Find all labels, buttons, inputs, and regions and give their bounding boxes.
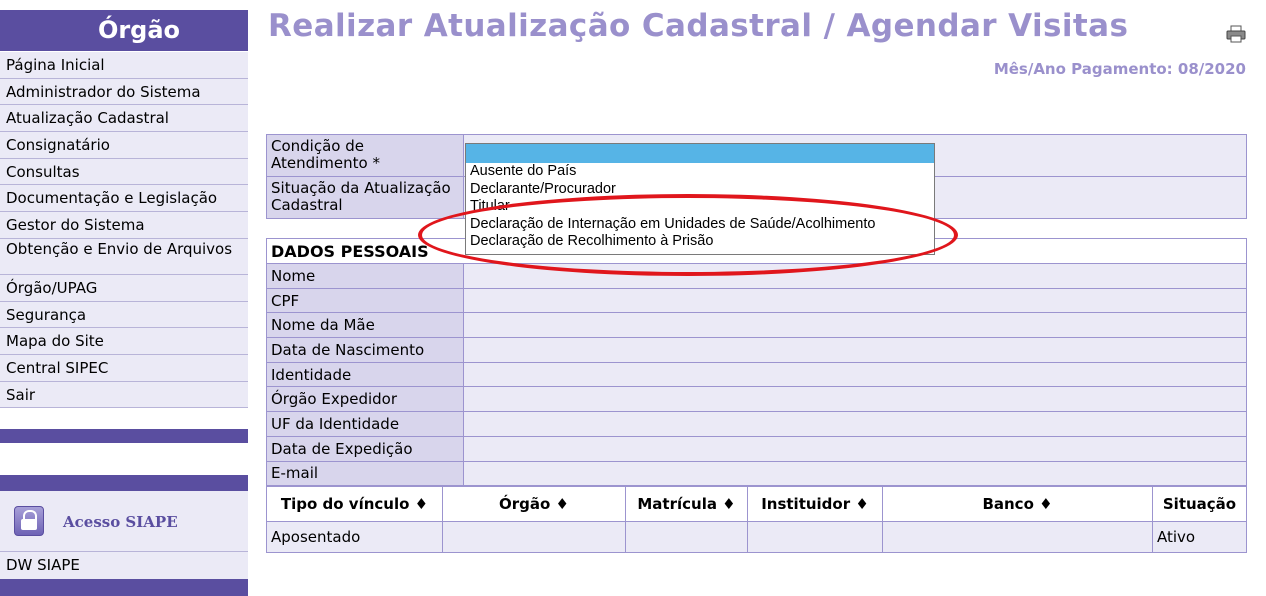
sidebar-item-organ-upag[interactable]: Órgão/UPAG <box>0 274 248 302</box>
field-value-identity <box>463 361 1247 388</box>
column-header-registration[interactable]: Matrícula ♦ <box>625 486 748 522</box>
sidebar-divider <box>0 579 248 596</box>
sidebar-item-sipec[interactable]: Central SIPEC <box>0 354 248 382</box>
field-label-identity: Identidade <box>266 361 464 388</box>
sidebar-item-files[interactable]: Obtenção e Envio de Arquivos <box>0 238 248 275</box>
dropdown-option-empty[interactable] <box>466 144 934 163</box>
cell-bank <box>882 521 1153 553</box>
field-label-issue-date: Data de Expedição <box>266 435 464 462</box>
sidebar-divider <box>0 475 248 491</box>
condition-label: Condição de Atendimento * <box>266 134 464 177</box>
sidebar-item-admin[interactable]: Administrador do Sistema <box>0 78 248 106</box>
field-value-email <box>463 460 1247 487</box>
field-value-birth-date <box>463 337 1247 363</box>
sidebar-header: Órgão <box>0 10 248 51</box>
sidebar-item-security[interactable]: Segurança <box>0 301 248 329</box>
field-label-birth-date: Data de Nascimento <box>266 337 464 363</box>
cell-link-type: Aposentado <box>266 521 443 553</box>
cell-organ <box>442 521 626 553</box>
page-title: Realizar Atualização Cadastral / Agendar… <box>268 8 1129 44</box>
field-value-name <box>463 263 1247 289</box>
field-label-cpf: CPF <box>266 287 464 314</box>
cell-registration <box>625 521 748 553</box>
dropdown-option-absent[interactable]: Ausente do País <box>466 163 934 181</box>
sidebar-item-home[interactable]: Página Inicial <box>0 52 248 79</box>
lock-icon <box>14 506 44 536</box>
sidebar-item-documentation[interactable]: Documentação e Legislação <box>0 185 248 213</box>
dw-siape-link[interactable]: DW SIAPE <box>0 552 248 579</box>
field-label-issuer: Órgão Expedidor <box>266 386 464 413</box>
field-label-name: Nome <box>266 263 464 289</box>
payment-period: Mês/Ano Pagamento: 08/2020 <box>993 60 1246 78</box>
cell-status: Ativo <box>1152 521 1247 553</box>
personal-data-table: DADOS PESSOAIS Nome CPF Nome da Mãe Data… <box>266 238 1247 487</box>
column-header-bank[interactable]: Banco ♦ <box>882 486 1153 522</box>
field-value-uf <box>463 411 1247 437</box>
dropdown-option-hospitalization[interactable]: Declaração de Internação em Unidades de … <box>466 216 934 234</box>
sidebar: Órgão Página Inicial Administrador do Si… <box>0 0 248 596</box>
siape-access-link[interactable]: Acesso SIAPE <box>0 491 248 552</box>
field-label-mother-name: Nome da Mãe <box>266 312 464 339</box>
dropdown-option-imprisonment[interactable]: Declaração de Recolhimento à Prisão <box>466 233 934 251</box>
field-value-issue-date <box>463 435 1247 462</box>
field-value-cpf <box>463 287 1247 314</box>
dropdown-option-holder[interactable]: Titular <box>466 198 934 216</box>
sidebar-item-logout[interactable]: Sair <box>0 381 248 409</box>
siape-access-label: Acesso SIAPE <box>63 513 178 531</box>
sidebar-item-system-manager[interactable]: Gestor do Sistema <box>0 212 248 239</box>
field-value-mother-name <box>463 312 1247 339</box>
printer-icon[interactable] <box>1226 25 1246 43</box>
sidebar-divider <box>0 429 248 443</box>
column-header-link-type[interactable]: Tipo do vínculo ♦ <box>266 486 443 522</box>
sidebar-item-registration-update[interactable]: Atualização Cadastral <box>0 105 248 133</box>
condition-dropdown-list[interactable]: Ausente do País Declarante/Procurador Ti… <box>465 143 935 255</box>
field-label-email: E-mail <box>266 460 464 487</box>
sidebar-header-label: Órgão <box>97 16 181 44</box>
column-header-instituter[interactable]: Instituidor ♦ <box>747 486 883 522</box>
field-label-uf: UF da Identidade <box>266 411 464 437</box>
cell-instituter <box>747 521 883 553</box>
column-header-organ[interactable]: Órgão ♦ <box>442 486 626 522</box>
table-row: Aposentado Ativo <box>266 521 1247 553</box>
sidebar-item-consignee[interactable]: Consignatário <box>0 132 248 159</box>
employment-links-table: Tipo do vínculo ♦ Órgão ♦ Matrícula ♦ In… <box>266 486 1247 553</box>
column-header-status: Situação <box>1152 486 1247 522</box>
field-value-issuer <box>463 386 1247 413</box>
dropdown-option-declarant[interactable]: Declarante/Procurador <box>466 181 934 199</box>
sidebar-item-sitemap[interactable]: Mapa do Site <box>0 328 248 355</box>
sidebar-menu: Página Inicial Administrador do Sistema … <box>0 52 248 409</box>
situation-label: Situação da Atualização Cadastral <box>266 176 464 219</box>
sidebar-item-queries[interactable]: Consultas <box>0 158 248 186</box>
